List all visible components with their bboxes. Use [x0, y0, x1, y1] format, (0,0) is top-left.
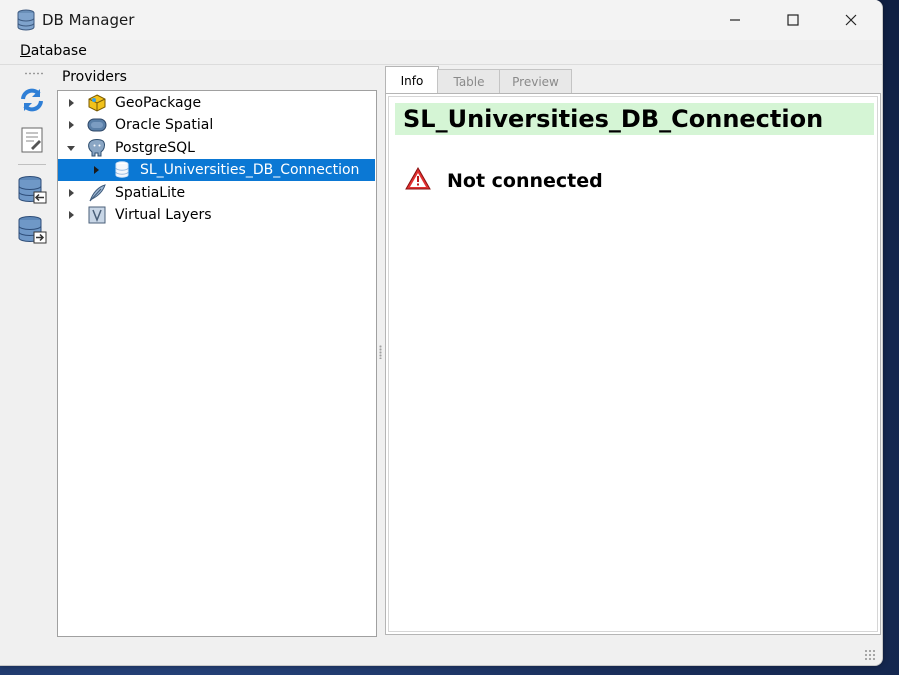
export-file-icon: [18, 216, 47, 244]
virtual-layers-icon: [88, 206, 106, 224]
providers-tree[interactable]: GeoPackage Oracle Spatial PostgreSQL SL_…: [57, 90, 377, 637]
connection-title: SL_Universities_DB_Connection: [395, 103, 874, 135]
close-button[interactable]: [822, 0, 880, 40]
export-file-button[interactable]: [16, 214, 48, 246]
toolbar-separator: [18, 164, 46, 165]
menu-database[interactable]: Database: [20, 43, 87, 59]
refresh-button[interactable]: [16, 84, 48, 116]
tab-info[interactable]: Info: [385, 66, 439, 95]
import-layer-icon: [18, 176, 47, 204]
tree-item-virtual-layers[interactable]: Virtual Layers: [58, 204, 375, 226]
warning-icon: [405, 167, 431, 190]
tab-table[interactable]: Table: [437, 69, 501, 94]
postgresql-icon: [88, 139, 105, 157]
tree-item-label: Virtual Layers: [115, 207, 212, 223]
window-title: DB Manager: [42, 11, 135, 29]
tree-item-label: Oracle Spatial: [115, 117, 214, 133]
close-icon: [845, 14, 857, 26]
tree-item-label: SpatiaLite: [115, 185, 186, 201]
info-content: SL_Universities_DB_Connection Not connec…: [388, 96, 878, 632]
side-toolbar: [8, 66, 56, 638]
tree-item-oracle-spatial[interactable]: Oracle Spatial: [58, 114, 375, 136]
refresh-icon: [21, 88, 43, 112]
import-layer-button[interactable]: [16, 174, 48, 206]
sql-window-icon: [21, 127, 43, 153]
maximize-button[interactable]: [764, 0, 822, 40]
minimize-button[interactable]: [706, 0, 764, 40]
maximize-icon: [787, 14, 799, 26]
menu-bar: Database: [0, 40, 882, 65]
status-bar: [0, 638, 882, 665]
tree-item-spatialite[interactable]: SpatiaLite: [58, 182, 375, 204]
database-app-icon: [17, 9, 35, 31]
db-manager-window: DB Manager Database Providers GeoPackage…: [0, 0, 883, 666]
connection-status: Not connected: [447, 170, 603, 192]
minimize-icon: [730, 19, 740, 21]
oracle-icon: [87, 118, 107, 132]
tree-item-sl-universities-connection[interactable]: SL_Universities_DB_Connection: [58, 159, 375, 181]
geopackage-icon: [88, 94, 106, 112]
panel-splitter[interactable]: [379, 345, 382, 359]
spatialite-icon: [89, 184, 106, 202]
sql-window-button[interactable]: [16, 124, 48, 156]
expand-arrow-icon[interactable]: [66, 188, 76, 198]
collapse-arrow-icon[interactable]: [66, 143, 76, 153]
tree-item-label: GeoPackage: [115, 95, 202, 111]
menu-database-mnemonic: D: [20, 43, 31, 59]
tab-bar: Info Table Preview: [385, 66, 880, 95]
title-bar[interactable]: DB Manager: [0, 0, 882, 40]
tab-label: Info: [400, 74, 424, 88]
tab-label: Preview: [512, 75, 559, 89]
expand-arrow-icon[interactable]: [66, 98, 76, 108]
menu-database-rest: atabase: [30, 43, 87, 59]
expand-arrow-icon[interactable]: [66, 120, 76, 130]
tree-item-label: SL_Universities_DB_Connection: [140, 162, 360, 178]
database-icon: [115, 161, 129, 178]
tab-preview[interactable]: Preview: [499, 69, 572, 94]
resize-grip[interactable]: [864, 649, 876, 661]
expand-arrow-icon[interactable]: [66, 210, 76, 220]
tree-item-postgresql[interactable]: PostgreSQL: [58, 137, 375, 159]
toolbar-grip[interactable]: [24, 72, 44, 75]
expand-arrow-icon[interactable]: [91, 165, 101, 175]
providers-header: Providers: [62, 69, 127, 85]
tree-item-geopackage[interactable]: GeoPackage: [58, 92, 375, 114]
info-panel: SL_Universities_DB_Connection Not connec…: [385, 93, 881, 635]
tab-label: Table: [453, 75, 485, 89]
tree-item-label: PostgreSQL: [115, 140, 195, 156]
